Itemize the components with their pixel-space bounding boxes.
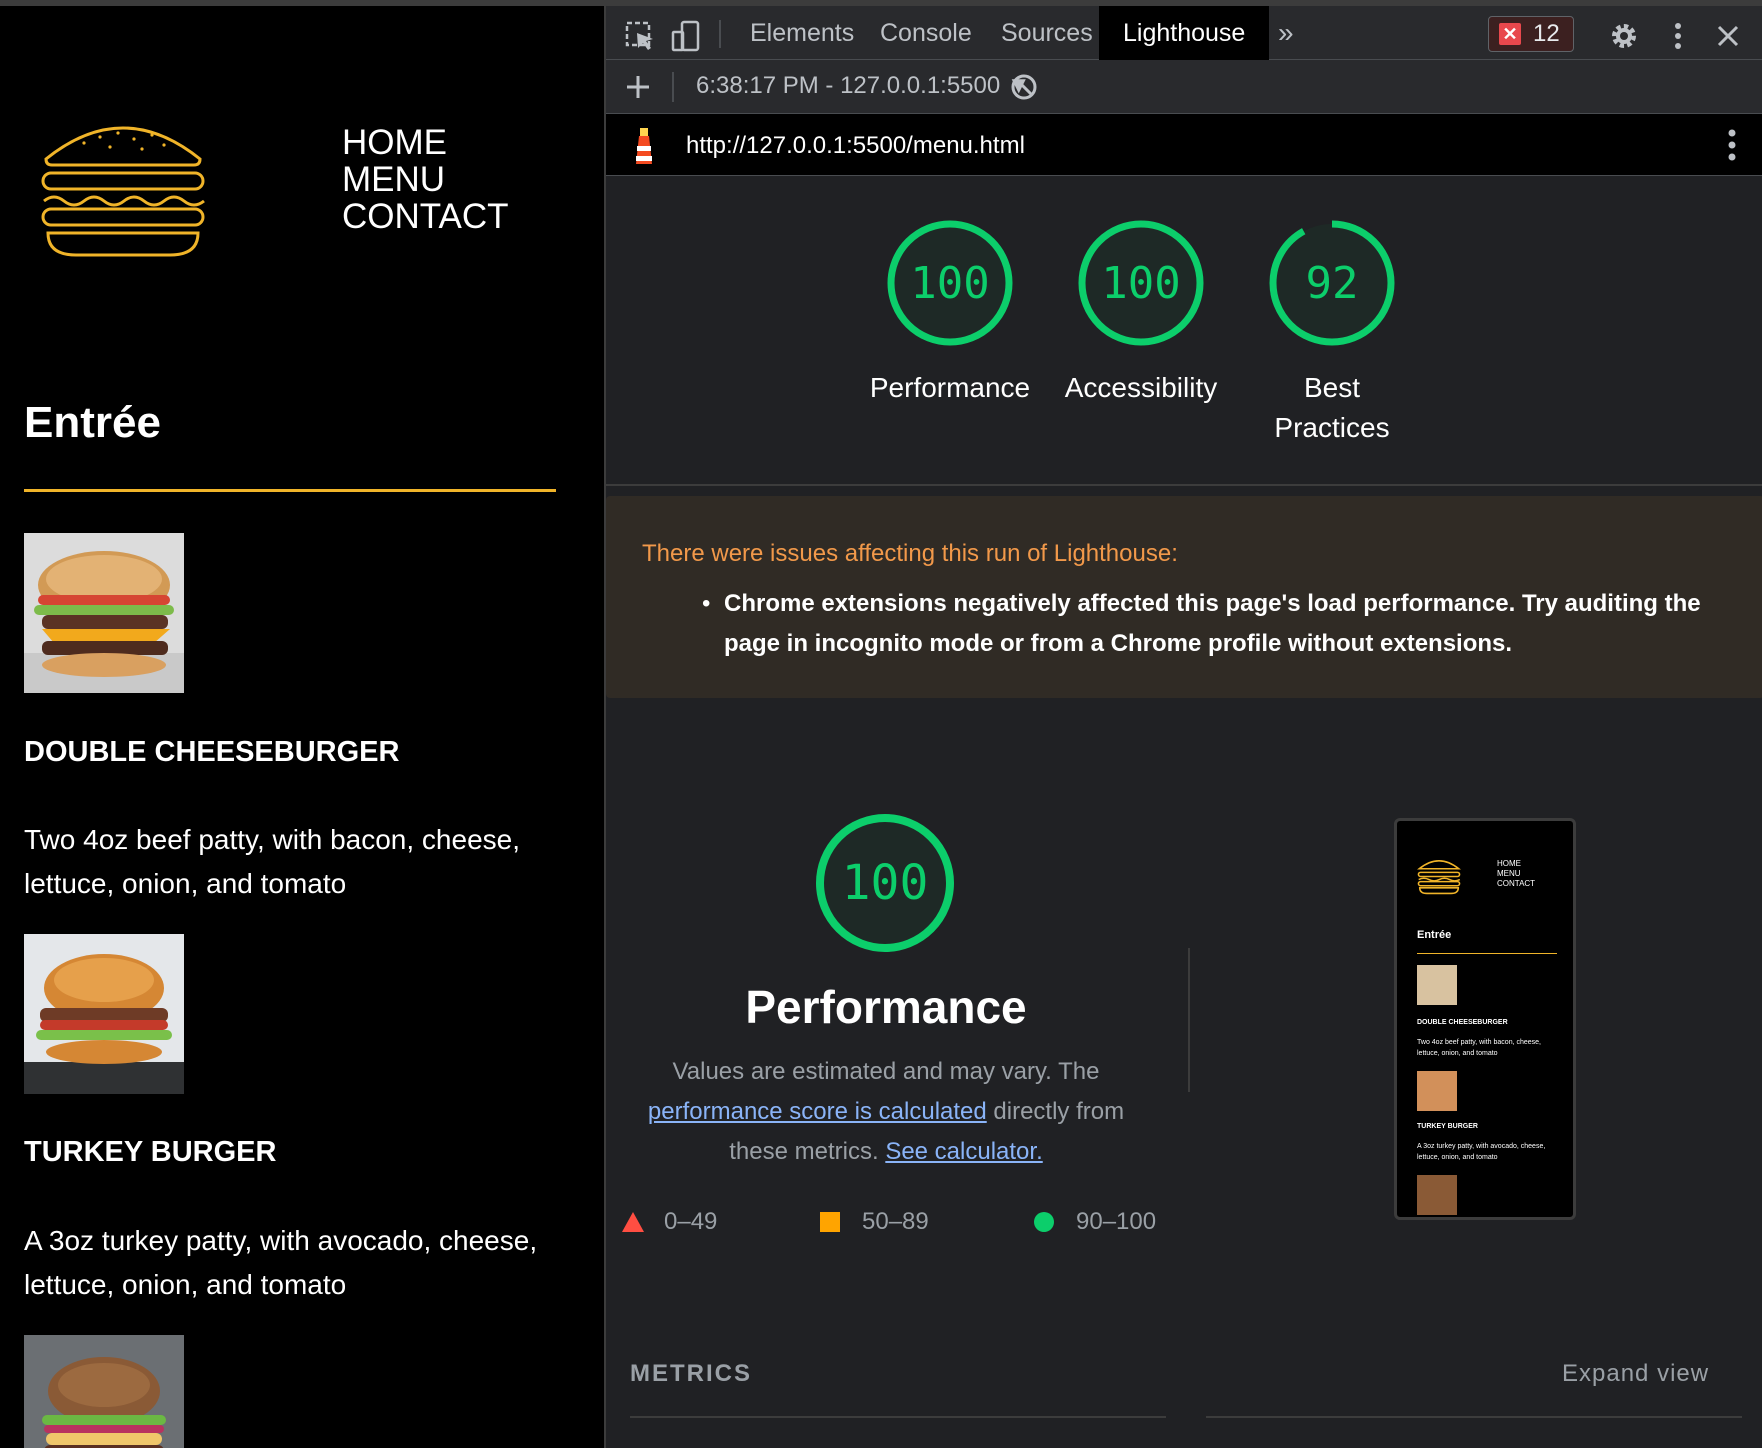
- desc-text: Values are estimated and may vary. The: [672, 1058, 1100, 1085]
- clear-reports-icon[interactable]: [1008, 71, 1040, 103]
- average-square-icon: [820, 1212, 840, 1232]
- metrics-divider: [1206, 1416, 1742, 1418]
- report-menu-icon[interactable]: [1726, 128, 1738, 162]
- toolbar-separator: [672, 72, 674, 102]
- report-selector-dropdown[interactable]: 6:38:17 PM - 127.0.0.1:5500 ▼: [696, 72, 1031, 100]
- performance-heading: Performance: [745, 981, 1027, 1033]
- tab-console[interactable]: Console: [856, 6, 996, 60]
- svg-text:92: 92: [1306, 258, 1359, 309]
- report-url-bar: http://127.0.0.1:5500/menu.html: [606, 114, 1762, 176]
- thumbnail-item-name: DOUBLE CHEESEBURGER: [1417, 1019, 1508, 1026]
- thumbnail-nav-item: MENU: [1497, 869, 1521, 878]
- svg-text:100: 100: [910, 258, 989, 309]
- fail-triangle-icon: [622, 1212, 644, 1232]
- thumbnail-item-name: TURKEY BURGER: [1417, 1123, 1478, 1130]
- score-gauges: 100 Performance 100 Accessibility 92 Bes…: [606, 176, 1762, 486]
- metrics-heading: METRICS: [630, 1360, 752, 1387]
- thumbnail-item-desc: Two 4oz beef patty, with bacon, cheese, …: [1417, 1039, 1542, 1057]
- site-nav: HOME MENU CONTACT: [342, 124, 509, 235]
- more-options-icon[interactable]: [1662, 20, 1694, 52]
- item-description: A 3oz turkey patty, with avocado, cheese…: [24, 1225, 538, 1300]
- lighthouse-logo-icon: [636, 128, 652, 164]
- turkey-burger-image: [24, 934, 184, 1094]
- gauge-label-accessibility[interactable]: Accessibility: [1041, 368, 1241, 408]
- run-warning-box: There were issues affecting this run of …: [606, 496, 1762, 698]
- thumbnail-food-image: [1417, 1175, 1457, 1215]
- gauge-label-performance[interactable]: Performance: [850, 368, 1050, 408]
- thumbnail-food-image: [1417, 965, 1457, 1005]
- settings-gear-icon[interactable]: [1608, 20, 1640, 52]
- warning-item: Chrome extensions negatively affected th…: [724, 590, 1701, 657]
- performance-description: Values are estimated and may vary. The p…: [636, 1052, 1136, 1172]
- item-name: TURKEY BURGER: [24, 1136, 277, 1168]
- nav-menu-link[interactable]: MENU: [342, 161, 509, 198]
- legend-fail-range: 0–49: [664, 1208, 718, 1235]
- legend-pass-range: 90–100: [1076, 1208, 1157, 1235]
- vertical-divider: [1188, 948, 1190, 1092]
- devtools-panel: Elements Console Sources Lighthouse » ✕ …: [604, 0, 1762, 1448]
- tab-lighthouse[interactable]: Lighthouse: [1099, 6, 1270, 60]
- final-screenshot-thumbnail[interactable]: HOME MENU CONTACT Entrée DOUBLE CHEESEBU…: [1394, 818, 1576, 1220]
- error-count-badge[interactable]: ✕ 12: [1488, 16, 1574, 52]
- toolbar-separator: [719, 20, 721, 48]
- section-divider: [24, 489, 556, 492]
- thumbnail-logo-icon: [1417, 860, 1461, 895]
- bullet-icon: •: [702, 590, 711, 617]
- lighthouse-toolbar: 6:38:17 PM - 127.0.0.1:5500 ▼: [606, 60, 1762, 114]
- thumbnail-nav: HOME MENU CONTACT: [1497, 859, 1535, 889]
- burger-logo-icon[interactable]: [40, 121, 206, 261]
- gauge-accessibility[interactable]: 100: [1074, 216, 1208, 350]
- score-calculated-link[interactable]: performance score is calculated: [648, 1098, 987, 1125]
- thumbnail-food-image: [1417, 1071, 1457, 1111]
- tab-sources[interactable]: Sources: [977, 6, 1117, 60]
- metrics-divider: [630, 1416, 1166, 1418]
- error-icon: ✕: [1499, 23, 1521, 45]
- gauge-label-best-practices[interactable]: Best Practices: [1232, 368, 1432, 448]
- nav-contact-link[interactable]: CONTACT: [342, 198, 509, 235]
- svg-text:100: 100: [842, 855, 929, 911]
- website-viewport: HOME MENU CONTACT Entrée DOUBLE CHEESEBU…: [0, 0, 604, 1448]
- see-calculator-link[interactable]: See calculator.: [885, 1138, 1042, 1165]
- new-report-plus-icon[interactable]: [622, 71, 654, 103]
- report-url: http://127.0.0.1:5500/menu.html: [686, 132, 1025, 159]
- thumbnail-item-desc: A 3oz turkey patty, with avocado, cheese…: [1417, 1143, 1546, 1161]
- item-name: DOUBLE CHEESEBURGER: [24, 736, 400, 768]
- item-description: Two 4oz beef patty, with bacon, cheese, …: [24, 824, 521, 899]
- warning-title: There were issues affecting this run of …: [642, 540, 1178, 567]
- performance-gauge-large: 100: [812, 810, 958, 956]
- double-cheeseburger-image: [24, 533, 184, 693]
- device-toolbar-icon[interactable]: [670, 20, 702, 52]
- inspect-element-icon[interactable]: [624, 20, 656, 52]
- section-title: Entrée: [24, 398, 161, 447]
- error-count: 12: [1533, 20, 1560, 47]
- thumbnail-nav-item: CONTACT: [1497, 879, 1536, 888]
- devtools-tabbar: Elements Console Sources Lighthouse » ✕ …: [606, 0, 1762, 60]
- more-tabs-icon[interactable]: »: [1254, 6, 1318, 60]
- svg-text:100: 100: [1101, 258, 1180, 309]
- burger-image: [24, 1335, 184, 1448]
- close-devtools-icon[interactable]: [1712, 20, 1744, 52]
- thumbnail-nav-item: HOME: [1497, 859, 1521, 868]
- expand-view-toggle[interactable]: Expand view: [1562, 1360, 1709, 1388]
- legend-average-range: 50–89: [862, 1208, 929, 1235]
- gauge-performance[interactable]: 100: [883, 216, 1017, 350]
- nav-home-link[interactable]: HOME: [342, 124, 509, 161]
- thumbnail-title: Entrée: [1417, 929, 1452, 941]
- thumbnail-divider: [1417, 953, 1557, 954]
- pass-circle-icon: [1034, 1212, 1054, 1232]
- gauge-best-practices[interactable]: 92: [1265, 216, 1399, 350]
